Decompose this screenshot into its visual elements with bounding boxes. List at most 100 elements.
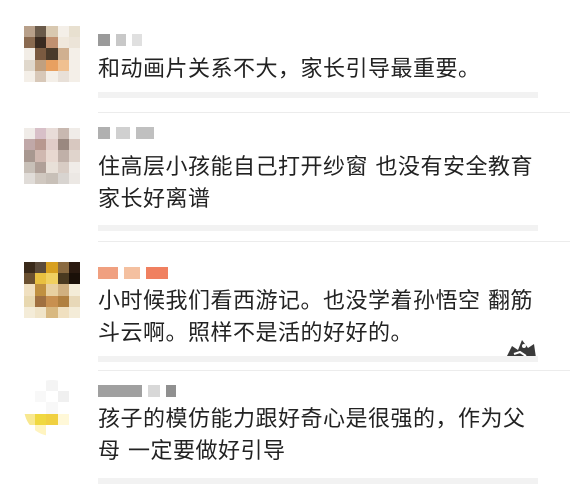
avatar[interactable]: [24, 26, 80, 82]
divider: [98, 370, 570, 371]
avatar-pixel: [57, 139, 69, 151]
avatar-pixel: [35, 295, 47, 307]
avatar-pixel: [35, 70, 47, 82]
username[interactable]: [98, 33, 142, 47]
avatar-pixel: [35, 128, 47, 140]
comment-text: 孩子的模仿能力跟好奇心是很强的，作为父母 一定要做好引导: [98, 407, 526, 464]
username-block: [98, 267, 118, 279]
avatar-pixel: [24, 48, 36, 60]
username-block: [148, 385, 160, 397]
avatar-pixel: [46, 161, 58, 173]
reply-bar: [98, 225, 538, 231]
avatar-pixel: [46, 59, 58, 71]
avatar-pixel: [24, 172, 36, 184]
avatar-pixel: [24, 402, 36, 414]
avatar-pixel: [24, 413, 36, 425]
avatar-pixel: [57, 380, 69, 392]
avatar[interactable]: [24, 262, 80, 318]
username[interactable]: [98, 384, 176, 398]
comment-text: 住高层小孩能自己打开纱窗 也没有安全教育 家长好离谱: [98, 155, 533, 212]
avatar-pixel: [24, 273, 36, 285]
avatar-pixel: [68, 295, 80, 307]
avatar-pixel: [68, 262, 80, 274]
avatar-pixel: [35, 306, 47, 318]
avatar-pixel: [68, 413, 80, 425]
avatar-pixel: [24, 139, 36, 151]
avatar-pixel: [46, 70, 58, 82]
comment-text: 小时候我们看西游记。也没学着孙悟空 翻筋斗云啊。照样不是活的好好的。: [98, 289, 533, 346]
avatar-pixel: [24, 70, 36, 82]
comment-text: 和动画片关系不大，家长引导最重要。: [98, 57, 481, 82]
avatar-pixel: [57, 424, 69, 436]
avatar-pixel: [57, 70, 69, 82]
avatar-pixel: [24, 128, 36, 140]
username-block: [146, 267, 168, 279]
avatar-pixel: [35, 48, 47, 60]
avatar-pixel: [46, 37, 58, 49]
avatar-pixel: [57, 59, 69, 71]
avatar-pixel: [35, 26, 47, 38]
avatar-pixel: [68, 391, 80, 403]
username[interactable]: [98, 266, 168, 280]
avatar-pixel: [35, 37, 47, 49]
avatar-pixel: [68, 26, 80, 38]
reply-bar: [98, 478, 538, 484]
avatar[interactable]: [24, 128, 80, 184]
avatar-pixel: [57, 26, 69, 38]
avatar-pixel: [68, 172, 80, 184]
avatar-pixel: [46, 139, 58, 151]
avatar-pixel: [35, 413, 47, 425]
avatar-pixel: [68, 424, 80, 436]
avatar-pixel: [57, 48, 69, 60]
avatar-pixel: [35, 262, 47, 274]
avatar-pixel: [68, 273, 80, 285]
avatar-pixel: [24, 295, 36, 307]
avatar-pixel: [46, 424, 58, 436]
avatar-pixel: [35, 139, 47, 151]
avatar-pixel: [57, 172, 69, 184]
avatar-pixel: [57, 262, 69, 274]
avatar-pixel: [68, 161, 80, 173]
avatar-pixel: [68, 48, 80, 60]
avatar-pixel: [35, 59, 47, 71]
avatar-pixel: [46, 391, 58, 403]
avatar-pixel: [35, 161, 47, 173]
avatar-pixel: [57, 306, 69, 318]
avatar-pixel: [68, 284, 80, 296]
avatar-pixel: [24, 26, 36, 38]
username-block: [98, 385, 142, 397]
username-block: [116, 127, 130, 139]
avatar-pixel: [57, 37, 69, 49]
avatar-pixel: [35, 380, 47, 392]
username-block: [98, 34, 110, 46]
avatar-pixel: [35, 273, 47, 285]
username[interactable]: [98, 126, 154, 140]
avatar-pixel: [57, 413, 69, 425]
avatar-pixel: [24, 391, 36, 403]
avatar-pixel: [35, 424, 47, 436]
avatar-pixel: [57, 128, 69, 140]
avatar-pixel: [46, 172, 58, 184]
avatar-pixel: [57, 391, 69, 403]
avatar-pixel: [24, 262, 36, 274]
avatar-pixel: [46, 306, 58, 318]
avatar-pixel: [46, 26, 58, 38]
avatar-pixel: [68, 139, 80, 151]
avatar-pixel: [24, 59, 36, 71]
avatar-pixel: [57, 150, 69, 162]
reply-bar: [98, 356, 538, 362]
avatar-pixel: [35, 391, 47, 403]
avatar-pixel: [24, 306, 36, 318]
avatar-pixel: [68, 59, 80, 71]
avatar[interactable]: [24, 380, 80, 436]
avatar-pixel: [35, 150, 47, 162]
username-block: [166, 385, 176, 397]
avatar-pixel: [68, 128, 80, 140]
username-block: [98, 127, 110, 139]
avatar-pixel: [35, 402, 47, 414]
avatar-pixel: [46, 413, 58, 425]
avatar-pixel: [46, 295, 58, 307]
avatar-pixel: [57, 295, 69, 307]
divider: [98, 241, 570, 242]
avatar-pixel: [35, 284, 47, 296]
